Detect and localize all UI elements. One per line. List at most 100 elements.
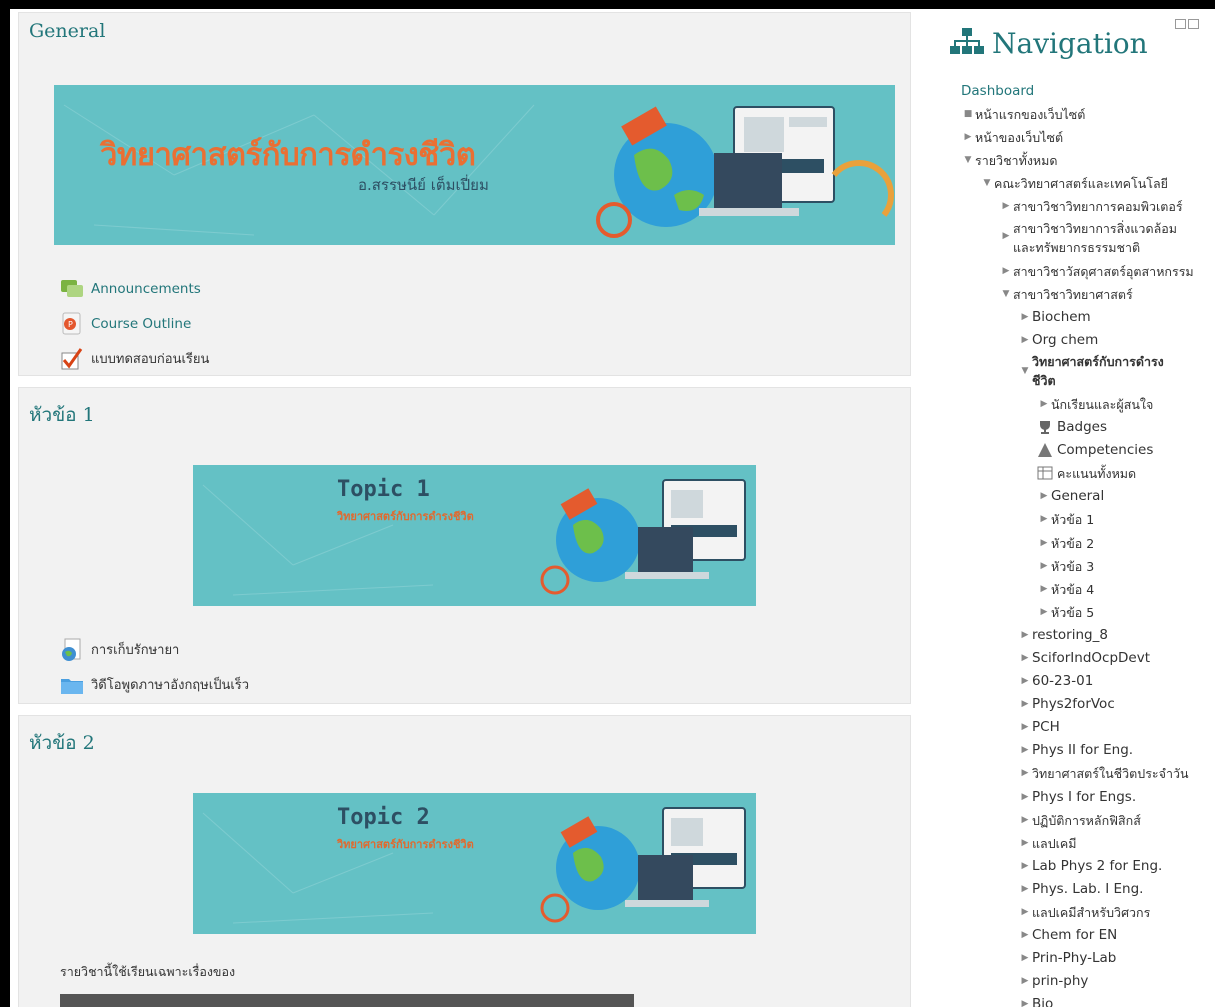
nav-item-org-chem[interactable]: ▶ Org chem (950, 329, 1215, 352)
nav-item-materials-science[interactable]: ▶ สาขาวิชาวัสดุศาสตร์อุตสาหกรรม (950, 260, 1215, 283)
nav-item-course[interactable]: ▶ SciforIndOcpDevt (950, 647, 1215, 670)
activity-label: แบบทดสอบก่อนเรียน (91, 352, 210, 367)
nav-item-badges[interactable]: Badges (950, 416, 1215, 439)
course-banner-image: วิทยาศาสตร์กับการดำรงชีวิต อ.สรรษนีย์ เต… (54, 85, 895, 245)
embedded-video[interactable] (60, 994, 634, 1007)
expand-icon: ▶ (1021, 883, 1029, 894)
activity-label: วิดีโอพูดภาษาอังกฤษเป็นเร็ว (91, 678, 250, 693)
navigation-header: Navigation (950, 9, 1215, 69)
nav-item-computer-science[interactable]: ▶ สาขาวิชาวิทยาการคอมพิวเตอร์ (950, 195, 1215, 218)
activity-english-video-folder[interactable]: วิดีโอพูดภาษาอังกฤษเป็นเร็ว (60, 667, 910, 702)
activity-announcements[interactable]: Announcements (60, 271, 910, 306)
nav-item-environmental-science[interactable]: ▶ สาขาวิชาวิทยาการสิ่งแวดล้อม และทรัพยากรธ… (950, 219, 1215, 257)
dock-block-icon[interactable] (1188, 19, 1199, 29)
topic-banner-subtitle: วิทยาศาสตร์กับการดำรงชีวิต (337, 510, 474, 523)
nav-item-participants[interactable]: ▶ นักเรียนและผู้สนใจ (950, 393, 1215, 416)
navigation-title: Navigation (992, 26, 1148, 60)
collapse-icon: ▼ (1002, 288, 1010, 299)
nav-item-topic-4[interactable]: ▶ หัวข้อ 4 (950, 578, 1215, 601)
expand-icon: ▶ (1040, 537, 1048, 548)
nav-item-course[interactable]: ▶ แลปเคมีสำหรับวิศวกร (950, 901, 1215, 924)
nav-item-topic-2[interactable]: ▶ หัวข้อ 2 (950, 532, 1215, 555)
nav-item-site-pages[interactable]: ▶ หน้าของเว็บไซต์ (950, 126, 1215, 149)
nav-item-topic-1[interactable]: ▶ หัวข้อ 1 (950, 508, 1215, 531)
collapse-block-icon[interactable] (1175, 19, 1186, 29)
activity-list: Announcements P Course Outline แบบทดสอบก… (19, 245, 910, 382)
expand-icon: ▶ (1002, 230, 1010, 241)
expand-icon: ▶ (1021, 976, 1029, 987)
nav-item-course[interactable]: ▶ Chem for EN (950, 924, 1215, 947)
expand-icon: ▶ (1021, 334, 1029, 345)
activity-pretest[interactable]: แบบทดสอบก่อนเรียน (60, 341, 910, 376)
expand-icon: ▶ (1021, 791, 1029, 802)
expand-icon: ▶ (1040, 398, 1048, 409)
expand-icon: ▶ (964, 132, 972, 143)
expand-icon: ▶ (1021, 676, 1029, 687)
collapse-icon: ▼ (983, 178, 991, 189)
topic-banner-title: Topic 2 (337, 805, 430, 830)
expand-icon: ▶ (1040, 514, 1048, 525)
expand-icon: ▶ (1021, 860, 1029, 871)
block-controls (1175, 19, 1199, 29)
expand-icon: ▶ (1021, 699, 1029, 710)
nav-item-biochem[interactable]: ▶ Biochem (950, 306, 1215, 329)
expand-icon: ▶ (1021, 953, 1029, 964)
nav-item-course[interactable]: ▶ Prin-Phy-Lab (950, 947, 1215, 970)
expand-icon: ▶ (1021, 745, 1029, 756)
section-topic-1: หัวข้อ 1 Topic 1 วิทยาศาสตร์กับการดำรงชี… (18, 387, 911, 704)
nav-item-course[interactable]: ▶ Bio (950, 993, 1215, 1007)
nav-item-topic-3[interactable]: ▶ หัวข้อ 3 (950, 555, 1215, 578)
activity-drug-storage[interactable]: การเก็บรักษายา (60, 632, 910, 667)
sitemap-icon (950, 27, 984, 59)
banner-graphic (202, 807, 746, 924)
section-title[interactable]: หัวข้อ 2 (19, 716, 910, 793)
nav-item-course[interactable]: ▶ วิทยาศาสตร์ในชีวิตประจำวัน (950, 762, 1215, 785)
nav-item-course[interactable]: ▶ Phys II for Eng. (950, 739, 1215, 762)
nav-item-competencies[interactable]: Competencies (950, 439, 1215, 462)
nav-item-faculty-science[interactable]: ▼ คณะวิทยาศาสตร์และเทคโนโลยี (950, 172, 1215, 195)
section-title[interactable]: General (19, 13, 910, 57)
nav-item-grades[interactable]: คะแนนทั้งหมด (950, 462, 1215, 485)
expand-icon: ▶ (1021, 930, 1029, 941)
nav-item-course[interactable]: ▶ แลปเคมี (950, 832, 1215, 855)
expand-icon: ▶ (1002, 201, 1010, 212)
nav-item-current-course[interactable]: ▼ วิทยาศาสตร์กับการดำรง ชีวิต (950, 352, 1215, 390)
nav-item-course[interactable]: ▶ Phys I for Engs. (950, 786, 1215, 809)
folder-icon (60, 673, 84, 697)
nav-item-course[interactable]: ▶ Lab Phys 2 for Eng. (950, 855, 1215, 878)
navigation-tree: Dashboard ■ หน้าแรกของเว็บไซต์ ▶ หน้าของเว… (950, 80, 1215, 1007)
activity-course-outline[interactable]: P Course Outline (60, 306, 910, 341)
nav-item-general[interactable]: ▶ General (950, 485, 1215, 508)
section-title[interactable]: หัวข้อ 1 (19, 388, 910, 465)
nav-item-course[interactable]: ▶ ปฏิบัติการหลักฟิสิกส์ (950, 809, 1215, 832)
nav-item-course[interactable]: ▶ Phys2forVoc (950, 693, 1215, 716)
topic-banner-subtitle: วิทยาศาสตร์กับการดำรงชีวิต (337, 838, 474, 851)
nav-item-course[interactable]: ▶ prin-phy (950, 970, 1215, 993)
grades-table-icon (1037, 465, 1053, 481)
trophy-icon (1037, 419, 1053, 435)
powerpoint-file-icon: P (60, 312, 84, 336)
expand-icon: ▶ (1021, 837, 1029, 848)
section-topic-2: หัวข้อ 2 Topic 2 วิทยาศาสตร์กับการดำรงชี… (18, 715, 911, 1007)
forum-icon (60, 277, 84, 301)
nav-item-course[interactable]: ▶ 60-23-01 (950, 670, 1215, 693)
nav-item-topic-5[interactable]: ▶ หัวข้อ 5 (950, 601, 1215, 624)
section-general: General วิทยาศาสตร์กับการดำรงชีวิต อ.สรร… (18, 12, 911, 376)
nav-item-site-home[interactable]: ■ หน้าแรกของเว็บไซต์ (950, 103, 1215, 126)
banner-author: อ.สรรษนีย์ เต็มเปี่ยม (358, 176, 489, 194)
topic-banner-title: Topic 1 (337, 477, 430, 502)
expand-icon: ▶ (1021, 722, 1029, 733)
nav-item-course[interactable]: ▶ restoring_8 (950, 624, 1215, 647)
nav-item-course[interactable]: ▶ Phys. Lab. I Eng. (950, 878, 1215, 901)
expand-icon: ▶ (1002, 265, 1010, 276)
nav-item-course[interactable]: ▶ PCH (950, 716, 1215, 739)
expand-icon: ▶ (1021, 311, 1029, 322)
expand-icon: ▶ (1021, 629, 1029, 640)
nav-item-all-courses[interactable]: ▼ รายวิชาทั้งหมด (950, 149, 1215, 172)
nav-item-science-program[interactable]: ▼ สาขาวิชาวิทยาศาสตร์ (950, 283, 1215, 306)
topic-banner-image: Topic 1 วิทยาศาสตร์กับการดำรงชีวิต (193, 465, 756, 606)
activity-label: Announcements (91, 280, 201, 297)
bullet-icon: ■ (963, 109, 973, 120)
expand-icon: ▶ (1040, 491, 1048, 502)
nav-item-dashboard[interactable]: Dashboard (950, 80, 1215, 103)
